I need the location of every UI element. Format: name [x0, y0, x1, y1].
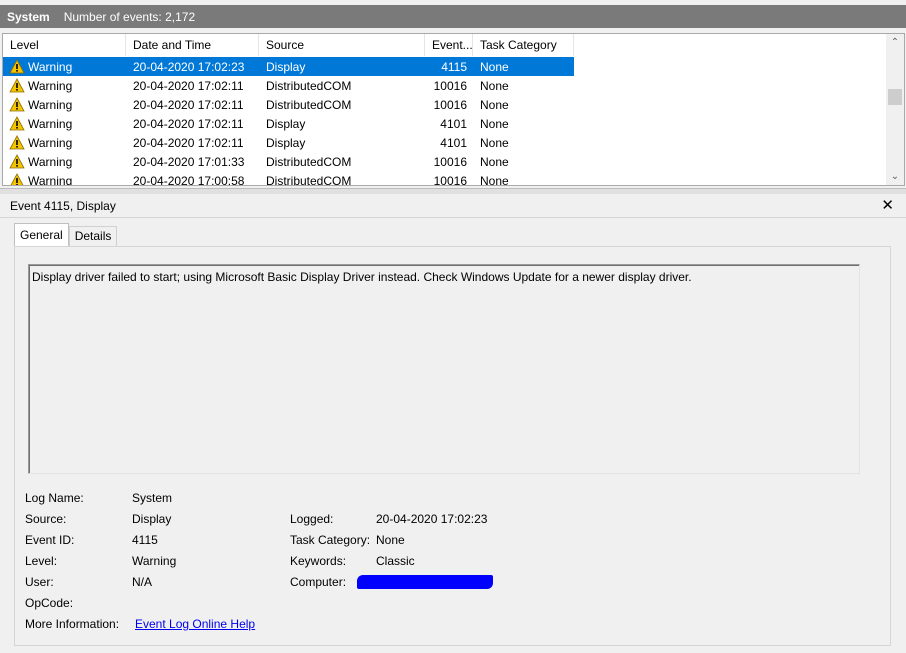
detail-tabs: General Details — [14, 223, 118, 246]
warning-icon — [9, 59, 25, 74]
cell-date: 20-04-2020 17:02:11 — [133, 135, 244, 150]
cell-source: DistributedCOM — [266, 78, 352, 93]
column-header-date[interactable]: Date and Time — [126, 34, 259, 56]
table-row[interactable]: Warning 20-04-2020 17:02:23 Display 4115 Non… — [3, 57, 883, 76]
cell-source: DistributedCOM — [266, 97, 352, 112]
cell-event-id: 10016 — [433, 173, 467, 186]
event-rows: Warning 20-04-2020 17:02:23 Display 4115 Non… — [3, 57, 883, 186]
tab-details[interactable]: Details — [68, 226, 118, 246]
value-task-category: None — [376, 533, 405, 547]
cell-task-category: None — [480, 173, 509, 186]
label-keywords: Keywords: — [290, 554, 347, 568]
cell-level: Warning — [28, 173, 73, 186]
value-user: N/A — [132, 575, 153, 589]
cell-source: Display — [266, 116, 306, 131]
cell-date: 20-04-2020 17:02:11 — [133, 116, 244, 131]
cell-source: DistributedCOM — [266, 173, 352, 186]
cell-task-category: None — [480, 116, 509, 131]
list-header: Level Date and Time Source Event... Task… — [3, 34, 883, 56]
label-log-name: Log Name: — [25, 491, 84, 505]
label-computer: Computer: — [290, 575, 347, 589]
label-event-id: Event ID: — [25, 533, 75, 547]
cell-level: Warning — [28, 59, 73, 74]
table-row[interactable]: Warning 20-04-2020 17:02:11 DistributedCOM… — [3, 76, 883, 95]
label-opcode: OpCode: — [25, 596, 74, 610]
cell-task-category: None — [480, 59, 509, 74]
event-message[interactable]: Display driver failed to start; using Mi… — [28, 264, 860, 474]
warning-icon — [9, 116, 25, 131]
warning-icon — [9, 154, 25, 169]
cell-level: Warning — [28, 116, 73, 131]
label-logged: Logged: — [290, 512, 334, 526]
value-level: Warning — [132, 554, 177, 568]
cell-task-category: None — [480, 78, 509, 93]
column-header-source[interactable]: Source — [259, 34, 425, 56]
table-row[interactable]: Warning 20-04-2020 17:00:58 DistributedCOM… — [3, 171, 883, 186]
table-row[interactable]: Warning 20-04-2020 17:02:11 Display 4101 Non… — [3, 133, 883, 152]
cell-date: 20-04-2020 17:02:23 — [133, 59, 245, 74]
log-name: System — [7, 9, 50, 24]
cell-level: Warning — [28, 135, 73, 150]
cell-date: 20-04-2020 17:00:58 — [133, 173, 245, 186]
value-source: Display — [132, 512, 172, 526]
detail-title: Event 4115, Display — [10, 198, 116, 213]
scroll-up-icon[interactable]: ⌃ — [886, 34, 904, 51]
cell-level: Warning — [28, 154, 73, 169]
cell-event-id: 10016 — [433, 97, 467, 112]
cell-source: Display — [266, 59, 306, 74]
vertical-scrollbar[interactable]: ⌃ ⌄ — [886, 34, 904, 185]
cell-date: 20-04-2020 17:02:11 — [133, 78, 244, 93]
cell-level: Warning — [28, 78, 73, 93]
cell-date: 20-04-2020 17:01:33 — [133, 154, 245, 169]
table-row[interactable]: Warning 20-04-2020 17:02:11 DistributedCOM… — [3, 95, 883, 114]
value-logged: 20-04-2020 17:02:23 — [376, 512, 488, 526]
scroll-down-icon[interactable]: ⌄ — [886, 168, 904, 185]
event-list[interactable]: Level Date and Time Source Event... Task… — [2, 33, 905, 186]
label-source: Source: — [25, 512, 67, 526]
warning-icon — [9, 97, 25, 112]
cell-task-category: None — [480, 135, 509, 150]
cell-event-id: 4101 — [440, 116, 467, 131]
column-header-task-category[interactable]: Task Category — [473, 34, 574, 56]
label-user: User: — [25, 575, 54, 589]
scroll-thumb[interactable] — [888, 89, 902, 105]
value-event-id: 4115 — [132, 533, 158, 547]
label-level: Level: — [25, 554, 58, 568]
tab-general[interactable]: General — [14, 223, 69, 246]
cell-event-id: 4101 — [440, 135, 467, 150]
label-more-information: More Information: — [25, 617, 120, 631]
event-log-online-help-link[interactable]: Event Log Online Help — [135, 617, 255, 631]
cell-task-category: None — [480, 154, 509, 169]
warning-icon — [9, 173, 25, 185]
cell-task-category: None — [480, 97, 509, 112]
value-keywords: Classic — [376, 554, 415, 568]
redaction-mark — [357, 575, 493, 589]
cell-event-id: 4115 — [441, 59, 467, 74]
cell-source: Display — [266, 135, 306, 150]
event-count: Number of events: 2,172 — [63, 9, 196, 24]
column-header-event-id[interactable]: Event... — [425, 34, 473, 56]
warning-icon — [9, 78, 25, 93]
cell-event-id: 10016 — [433, 78, 467, 93]
log-titlebar: System Number of events: 2,172 — [0, 5, 906, 28]
cell-date: 20-04-2020 17:02:11 — [133, 97, 244, 112]
label-task-category: Task Category: — [290, 533, 371, 547]
cell-source: DistributedCOM — [266, 154, 352, 169]
column-header-level[interactable]: Level — [3, 34, 126, 56]
close-icon[interactable]: ✕ — [881, 198, 894, 213]
warning-icon — [9, 135, 25, 150]
cell-level: Warning — [28, 97, 73, 112]
table-row[interactable]: Warning 20-04-2020 17:01:33 DistributedCOM… — [3, 152, 883, 171]
detail-header: Event 4115, Display ✕ — [0, 194, 906, 218]
value-log-name: System — [132, 491, 173, 505]
cell-event-id: 10016 — [433, 154, 467, 169]
table-row[interactable]: Warning 20-04-2020 17:02:11 Display 4101 Non… — [3, 114, 883, 133]
